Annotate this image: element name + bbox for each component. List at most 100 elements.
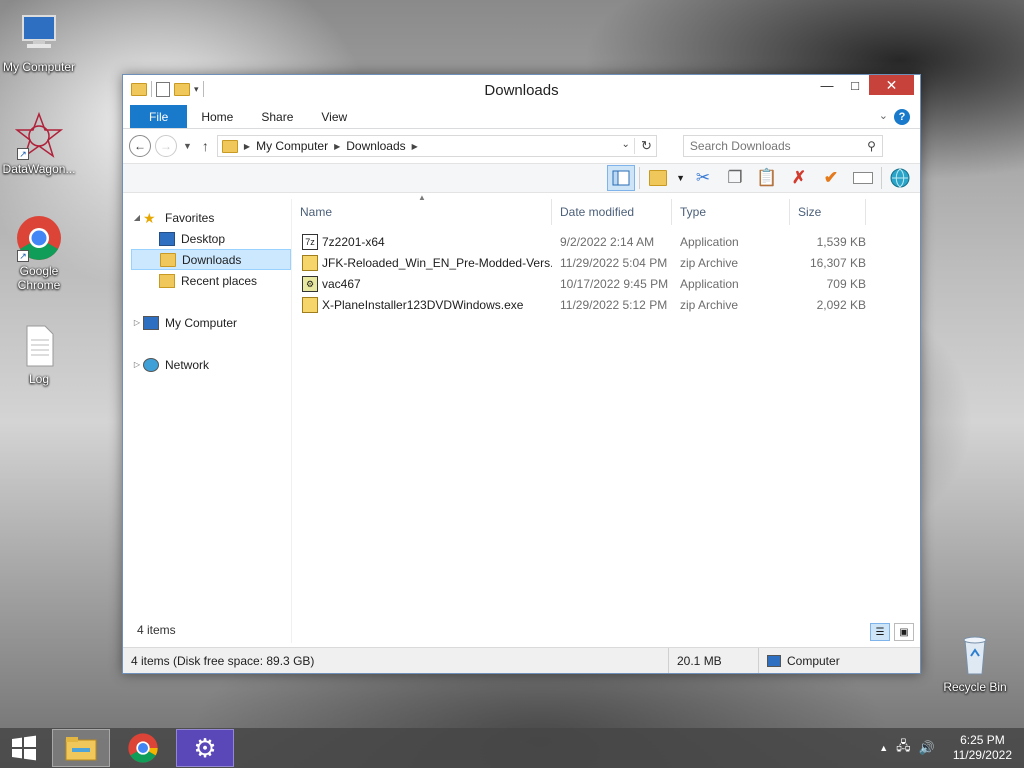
separator (881, 167, 882, 189)
forward-button[interactable]: → (155, 135, 177, 157)
nav-label: Desktop (181, 231, 226, 246)
desktop-icon-datawagon[interactable]: ↗ DataWagon... (0, 111, 78, 176)
recent-places-icon (159, 273, 175, 288)
preview-pane-button[interactable] (607, 165, 636, 191)
tab-share[interactable]: Share (247, 105, 307, 128)
refresh-icon[interactable]: ↻ (634, 138, 652, 154)
address-dropdown-icon[interactable]: ⌄ (622, 139, 630, 150)
chrome-icon: ↗ (15, 214, 63, 262)
up-button[interactable]: ↑ (198, 138, 213, 154)
start-button[interactable] (0, 728, 48, 768)
show-hidden-icons-icon[interactable]: ▲ (879, 743, 888, 753)
taskbar-file-explorer[interactable] (52, 729, 110, 767)
close-button[interactable]: ✕ (869, 75, 914, 95)
status-size: 20.1 MB (669, 648, 759, 673)
desktop-icon-google-chrome[interactable]: ↗ Google Chrome (0, 214, 78, 292)
details-view-button[interactable]: ☰ (870, 623, 890, 641)
sort-caret-icon: ▲ (418, 193, 426, 202)
tab-file[interactable]: File (130, 105, 188, 128)
large-icons-view-button[interactable]: ▣ (894, 623, 914, 641)
recent-locations-icon[interactable]: ▼ (181, 141, 194, 151)
clock[interactable]: 6:25 PM 11/29/2022 (953, 733, 1012, 763)
collapsed-triangle-icon[interactable]: ▷ (131, 360, 143, 369)
file-size: 16,307 KB (809, 255, 866, 270)
check-icon[interactable]: ✔ (817, 165, 845, 191)
copy-icon[interactable]: ❐ (721, 165, 749, 191)
desktop-icon-my-computer[interactable]: My Computer (0, 10, 78, 74)
search-input[interactable]: Search Downloads ⚲ (682, 135, 883, 157)
search-icon[interactable]: ⚲ (867, 139, 876, 153)
clock-date: 11/29/2022 (952, 748, 1012, 762)
desktop-icon-label: My Computer (2, 60, 76, 74)
volume-icon[interactable]: 🔊 (919, 740, 935, 756)
back-button[interactable]: ← (129, 135, 151, 157)
nav-my-computer[interactable]: ▷ My Computer (131, 312, 291, 333)
file-name: JFK-Reloaded_Win_EN_Pre-Modded-Vers... (322, 255, 552, 270)
file-row[interactable]: ⚙ vac467 10/17/2022 9:45 PM Application 7… (292, 273, 914, 294)
tab-view[interactable]: View (307, 105, 361, 128)
downloads-folder-icon (221, 139, 238, 153)
column-name[interactable]: Name (292, 199, 552, 225)
explorer-body: ◢ ★ Favorites Desktop Downloads Recent p… (131, 193, 914, 643)
nav-network[interactable]: ▷ Network (131, 354, 291, 375)
file-row[interactable]: JFK-Reloaded_Win_EN_Pre-Modded-Vers... 1… (292, 252, 914, 273)
chevron-down-icon[interactable]: ▼ (676, 173, 685, 183)
column-type[interactable]: Type (672, 199, 790, 225)
column-size[interactable]: Size (790, 199, 866, 225)
ribbon-tabs: File Home Share View ⌄ ? (123, 105, 920, 129)
nav-desktop[interactable]: Desktop (131, 228, 291, 249)
file-type: Application (680, 234, 739, 249)
collapsed-triangle-icon[interactable]: ▷ (131, 318, 143, 327)
file-explorer-icon (65, 737, 97, 761)
taskbar-settings[interactable]: ⚙ (176, 729, 234, 767)
expanded-triangle-icon[interactable]: ◢ (131, 213, 143, 222)
desktop-icon-log[interactable]: Log (0, 322, 78, 386)
tab-home[interactable]: Home (187, 105, 247, 128)
network-icon[interactable]: 🖧 (896, 737, 911, 759)
maximize-button[interactable]: □ (841, 75, 869, 95)
file-row[interactable]: X-PlaneInstaller123DVDWindows.exe 11/29/… (292, 294, 914, 315)
file-row[interactable]: 7z 7z2201-x64 9/2/2022 2:14 AM Applicatio… (292, 231, 914, 252)
file-date: 10/17/2022 9:45 PM (560, 276, 669, 291)
chevron-right-icon[interactable]: ▶ (244, 142, 250, 151)
taskbar: ⚙ ▲ 🖧 🔊 6:25 PM 11/29/2022 (0, 728, 1024, 768)
desktop-icon-label: Log (28, 372, 50, 386)
network-icon (143, 357, 159, 372)
column-date-modified[interactable]: Date modified (552, 199, 672, 225)
nav-downloads[interactable]: Downloads (131, 249, 291, 270)
system-tray: ▲ 🖧 🔊 6:25 PM 11/29/2022 (879, 728, 1012, 768)
address-bar[interactable]: ▶ My Computer ▶ Downloads ▶ ⌄ ↻ (216, 135, 657, 157)
nav-recent-places[interactable]: Recent places (131, 270, 291, 291)
desktop-icon-recycle-bin[interactable]: Recycle Bin (936, 630, 1014, 694)
cut-icon[interactable]: ✂ (689, 165, 717, 191)
navigation-pane: ◢ ★ Favorites Desktop Downloads Recent p… (131, 199, 291, 643)
gear-icon: ⚙ (193, 733, 217, 763)
title-bar[interactable]: ▾ Downloads — □ ✕ (123, 75, 920, 105)
expand-ribbon-icon[interactable]: ⌄ (879, 109, 888, 122)
nav-label: Downloads (182, 252, 242, 267)
file-list: ▲ Name Date modified Type Size 7z 7z2201-… (291, 193, 914, 643)
file-name: vac467 (322, 276, 361, 291)
file-date: 9/2/2022 2:14 AM (560, 234, 655, 249)
move-to-folder-icon[interactable] (644, 165, 672, 191)
breadcrumb-my-computer[interactable]: My Computer (256, 139, 328, 153)
help-icon[interactable]: ? (894, 109, 910, 125)
address-row: ← → ▼ ↑ ▶ My Computer ▶ Downloads ▶ ⌄ ↻ … (123, 129, 920, 163)
computer-icon (767, 654, 781, 667)
nav-label: Favorites (165, 210, 215, 225)
rename-icon[interactable] (849, 165, 877, 191)
breadcrumb-downloads[interactable]: Downloads (346, 139, 405, 153)
paste-icon[interactable]: 📋 (753, 165, 781, 191)
taskbar-chrome[interactable] (114, 729, 172, 767)
globe-icon[interactable] (886, 165, 914, 191)
item-count: 4 items (137, 623, 176, 637)
nav-favorites[interactable]: ◢ ★ Favorites (131, 207, 291, 228)
minimize-button[interactable]: — (813, 75, 841, 95)
chevron-right-icon[interactable]: ▶ (412, 142, 418, 151)
window-title: Downloads (484, 82, 559, 99)
zip-archive-icon (302, 254, 318, 271)
delete-icon[interactable]: ✗ (785, 165, 813, 191)
computer-icon (15, 10, 63, 58)
chevron-right-icon[interactable]: ▶ (334, 142, 340, 151)
computer-icon (143, 315, 159, 330)
